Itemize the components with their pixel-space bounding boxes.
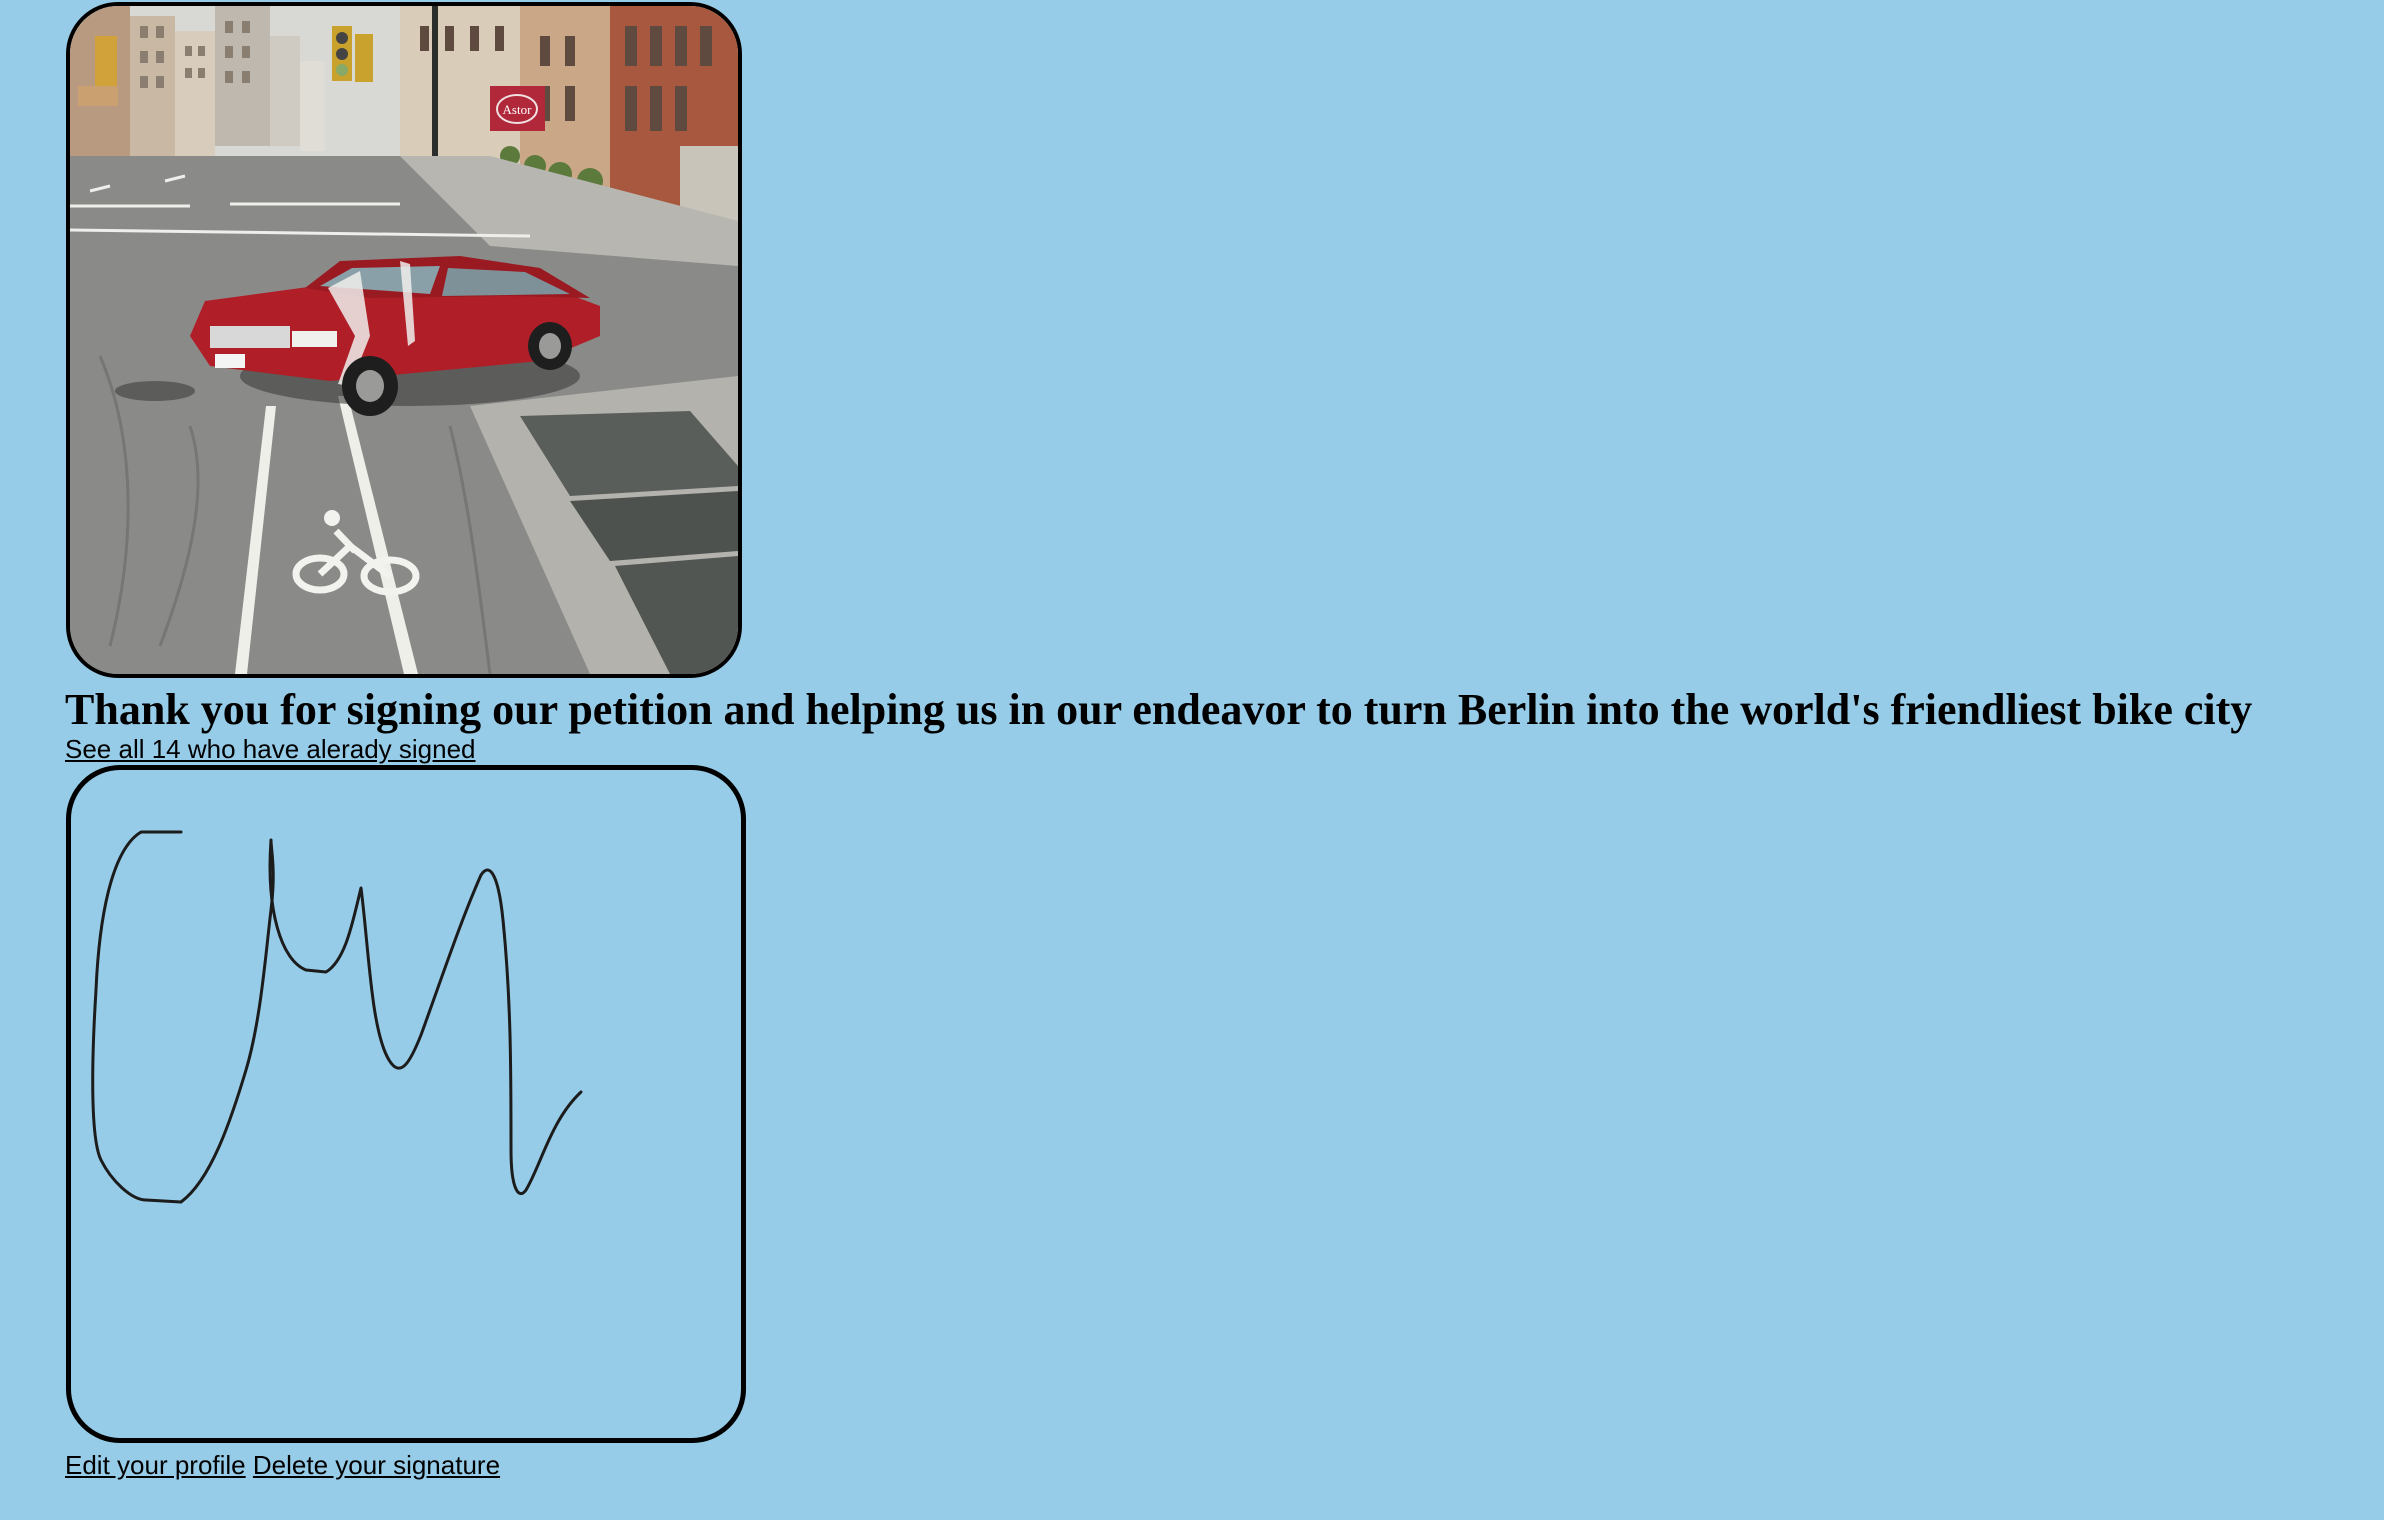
- delete-signature-link[interactable]: Delete your signature: [253, 1450, 500, 1480]
- edit-profile-link[interactable]: Edit your profile: [65, 1450, 246, 1480]
- account-actions: Edit your profile Delete your signature: [65, 1449, 500, 1481]
- street-photo: Astor: [66, 2, 742, 678]
- astor-sign-text: Astor: [503, 102, 533, 117]
- car-on-bike-lane-image: Astor: [70, 6, 738, 674]
- signature-drawing: [91, 830, 583, 1204]
- see-all-signers-link[interactable]: See all 14 who have alerady signed: [65, 733, 476, 765]
- thank-you-page: Astor Thank you for signing our petition…: [0, 0, 2384, 1520]
- thank-you-headline: Thank you for signing our petition and h…: [65, 685, 2253, 734]
- signature-canvas[interactable]: [66, 765, 746, 1443]
